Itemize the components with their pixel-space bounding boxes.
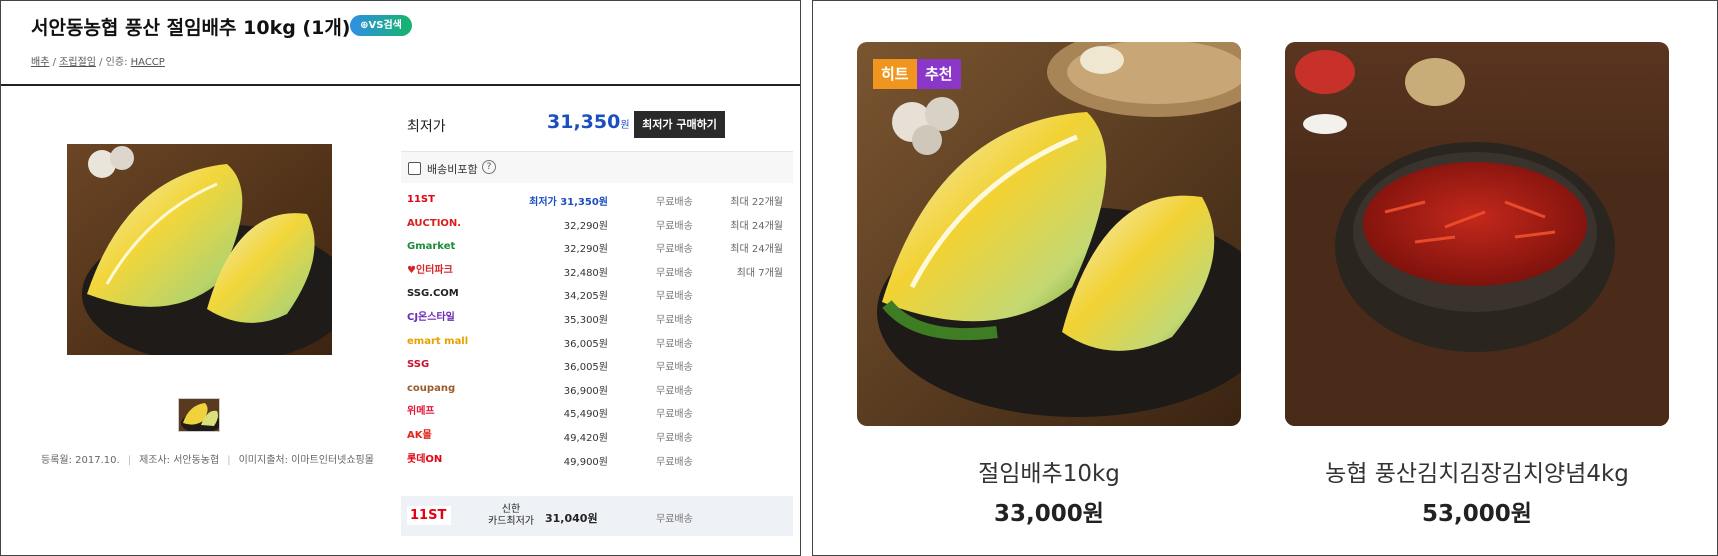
card-offer-price: 31,040원: [545, 512, 598, 525]
offer-installment: 최대 7개월: [736, 267, 783, 279]
offer-row[interactable]: CJ온스타일 35,300원 무료배송: [401, 305, 793, 330]
offer-installment: 최대 22개월: [730, 197, 783, 208]
image-source: 이미지출처: 이마트인터넷쇼핑몰: [238, 455, 374, 466]
recommendation-price: 53,000원: [1422, 501, 1532, 527]
store-logo-icon: Gmarket: [407, 241, 456, 253]
title-divider: [1, 84, 800, 86]
offer-row[interactable]: AK몰 49,420원 무료배송: [401, 423, 793, 448]
store-logo-icon: 롯데ON: [407, 453, 443, 465]
store-logo-icon: emart mall: [407, 335, 469, 347]
breadcrumb-type-link[interactable]: 조립절임: [59, 57, 96, 68]
help-icon[interactable]: ?: [482, 160, 496, 174]
card-offer-shipping: 무료배송: [656, 514, 693, 525]
registered-date: 등록월: 2017.10.: [41, 455, 120, 466]
offer-price: 32,290원: [563, 244, 608, 256]
offer-price: 최저가 31,350원: [529, 197, 608, 208]
card-offer-label: 신한 카드최저가: [488, 504, 534, 527]
offer-installment: 최대 24개월: [730, 244, 783, 256]
recommendation-image: 히트 추천: [857, 42, 1241, 426]
breadcrumb-category-link[interactable]: 배추: [31, 57, 49, 68]
offer-price: 32,290원: [563, 220, 608, 232]
offer-shipping: 무료배송: [656, 291, 693, 303]
store-logo-icon: SSG: [407, 359, 430, 371]
shipping-filter-row: 배송비포함 ?: [401, 151, 793, 183]
product-thumbnail[interactable]: [178, 398, 220, 432]
shipping-included-checkbox[interactable]: [408, 162, 421, 175]
offer-row[interactable]: 위메프 45,490원 무료배송: [401, 399, 793, 424]
meta-separator: |: [227, 455, 231, 466]
recommendation-name: 절임배추10kg: [978, 461, 1120, 487]
offer-shipping: 무료배송: [656, 197, 693, 208]
store-logo-icon: ♥인터파크: [407, 264, 453, 276]
offer-shipping: 무료배송: [656, 267, 693, 279]
offer-row[interactable]: SSG 36,005원 무료배송: [401, 352, 793, 377]
offer-row[interactable]: 11ST 최저가 31,350원 무료배송 최대 22개월: [401, 187, 793, 212]
store-logo-icon: AUCTION.: [407, 217, 462, 229]
breadcrumb-cert-link[interactable]: HACCP: [131, 57, 165, 68]
recommendation-name: 농협 풍산김치김장김치양념4kg: [1325, 461, 1629, 487]
vs-search-button[interactable]: ⊕VS검색: [350, 15, 412, 36]
recommendation-panel: 히트 추천 절임배추10kg 33,000원 농협 풍산김치김장김치양념4kg …: [812, 0, 1718, 556]
card-offer-row[interactable]: 11ST 신한 카드최저가 31,040원 무료배송: [401, 496, 793, 536]
offer-price: 32,480원: [563, 267, 608, 279]
lowest-price-label: 최저가: [407, 119, 446, 135]
recommend-badge: 추천: [917, 59, 961, 89]
offer-price: 35,300원: [563, 315, 608, 326]
buy-lowest-button[interactable]: 최저가 구매하기: [634, 111, 725, 138]
offer-row[interactable]: emart mall 36,005원 무료배송: [401, 329, 793, 354]
lowest-price-value: 31,350원: [547, 111, 630, 133]
offer-row[interactable]: AUCTION. 32,290원 무료배송 최대 24개월: [401, 211, 793, 236]
offer-shipping: 무료배송: [656, 409, 693, 421]
offer-shipping: 무료배송: [656, 433, 693, 444]
product-meta: 등록월: 2017.10. | 제조사: 서안동농협 | 이미지출처: 이마트인터넷쇼핑…: [41, 451, 374, 466]
store-logo-icon: CJ온스타일: [407, 312, 455, 323]
shipping-included-label: 배송비포함: [427, 163, 478, 176]
offer-shipping: 무료배송: [656, 315, 693, 326]
offer-shipping: 무료배송: [656, 456, 693, 468]
offer-row[interactable]: SSG.COM 34,205원 무료배송: [401, 281, 793, 306]
offer-row[interactable]: ♥인터파크 32,480원 무료배송 최대 7개월: [401, 258, 793, 283]
product-main-image: [67, 144, 332, 355]
recommendation-image: [1285, 42, 1669, 426]
meta-separator: |: [127, 455, 132, 466]
offer-price: 49,420원: [563, 433, 608, 444]
manufacturer: 제조사: 서안동농협: [139, 455, 220, 466]
store-logo-icon: AK몰: [407, 430, 432, 441]
recommendation-card[interactable]: 히트 추천 절임배추10kg 33,000원: [857, 42, 1241, 527]
store-logo-icon: 11ST: [407, 506, 451, 525]
offer-price: 34,205원: [563, 291, 608, 303]
store-logo-icon: 위메프: [407, 406, 435, 418]
offer-row[interactable]: coupang 36,900원 무료배송: [401, 376, 793, 401]
offer-price: 45,490원: [563, 409, 608, 421]
offer-shipping: 무료배송: [656, 244, 693, 256]
recommendation-card[interactable]: 농협 풍산김치김장김치양념4kg 53,000원: [1285, 42, 1669, 527]
offer-shipping: 무료배송: [656, 220, 693, 232]
offer-price: 36,005원: [563, 338, 608, 350]
breadcrumb-cert-label: / 인증:: [95, 57, 131, 68]
offer-price: 49,900원: [563, 456, 608, 468]
product-compare-panel: 서안동농협 풍산 절임배추 10kg (1개) ⊕VS검색 배추 / 조립절임 …: [0, 0, 801, 556]
offer-shipping: 무료배송: [656, 385, 693, 397]
product-title: 서안동농협 풍산 절임배추 10kg (1개): [31, 17, 351, 39]
breadcrumb-separator: /: [49, 57, 60, 68]
offer-shipping: 무료배송: [656, 362, 693, 374]
offer-price: 36,005원: [563, 362, 608, 374]
store-logo-icon: coupang: [407, 382, 456, 394]
offer-row[interactable]: Gmarket 32,290원 무료배송 최대 24개월: [401, 234, 793, 259]
store-logo-icon: SSG.COM: [407, 288, 459, 300]
offer-price: 36,900원: [563, 385, 608, 397]
offer-row[interactable]: 롯데ON 49,900원 무료배송: [401, 447, 793, 472]
offer-shipping: 무료배송: [656, 338, 693, 350]
hit-badge: 히트: [873, 59, 917, 89]
store-logo-icon: 11ST: [407, 194, 435, 205]
recommendation-price: 33,000원: [994, 501, 1104, 527]
offer-installment: 최대 24개월: [730, 220, 783, 232]
breadcrumb: 배추 / 조립절임 / 인증: HACCP: [31, 53, 165, 68]
